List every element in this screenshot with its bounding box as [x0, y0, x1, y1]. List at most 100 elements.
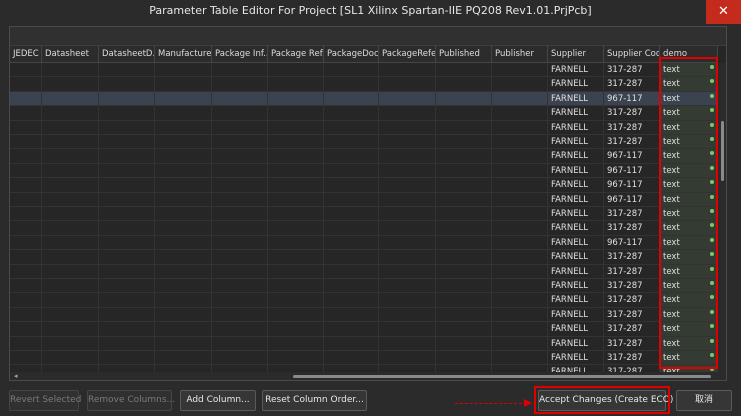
- empty-cell[interactable]: [436, 192, 492, 207]
- empty-cell[interactable]: [379, 279, 436, 294]
- column-header[interactable]: Supplier Code: [604, 46, 660, 63]
- empty-cell[interactable]: [212, 264, 268, 279]
- supplier-code-cell[interactable]: 317-287: [604, 63, 660, 78]
- demo-cell[interactable]: text: [660, 293, 718, 308]
- empty-cell[interactable]: [436, 322, 492, 337]
- demo-cell[interactable]: text: [660, 365, 718, 372]
- empty-cell[interactable]: [155, 279, 212, 294]
- empty-cell[interactable]: [10, 192, 42, 207]
- table-row[interactable]: FARNELL317-287text: [10, 77, 726, 92]
- supplier-cell[interactable]: FARNELL: [548, 221, 604, 236]
- empty-cell[interactable]: [324, 178, 379, 193]
- empty-cell[interactable]: [42, 207, 99, 222]
- empty-cell[interactable]: [436, 221, 492, 236]
- empty-cell[interactable]: [379, 365, 436, 372]
- empty-cell[interactable]: [42, 250, 99, 265]
- empty-cell[interactable]: [10, 63, 42, 78]
- empty-cell[interactable]: [268, 351, 324, 366]
- empty-cell[interactable]: [155, 106, 212, 121]
- empty-cell[interactable]: [42, 365, 99, 372]
- empty-cell[interactable]: [10, 336, 42, 351]
- empty-cell[interactable]: [379, 77, 436, 92]
- empty-cell[interactable]: [379, 192, 436, 207]
- empty-cell[interactable]: [324, 221, 379, 236]
- empty-cell[interactable]: [42, 63, 99, 78]
- empty-cell[interactable]: [212, 192, 268, 207]
- demo-cell[interactable]: text: [660, 207, 718, 222]
- supplier-cell[interactable]: FARNELL: [548, 77, 604, 92]
- empty-cell[interactable]: [212, 221, 268, 236]
- table-row[interactable]: FARNELL 967-117 text: [10, 178, 726, 193]
- empty-cell[interactable]: [155, 149, 212, 164]
- empty-cell[interactable]: [212, 250, 268, 265]
- empty-cell[interactable]: [492, 336, 548, 351]
- empty-cell[interactable]: [268, 250, 324, 265]
- empty-cell[interactable]: [212, 106, 268, 121]
- empty-cell[interactable]: [42, 163, 99, 179]
- empty-cell[interactable]: [492, 149, 548, 164]
- empty-cell[interactable]: [379, 293, 436, 308]
- empty-cell[interactable]: [155, 365, 212, 372]
- empty-cell[interactable]: [155, 264, 212, 279]
- supplier-cell[interactable]: FARNELL: [548, 365, 604, 372]
- empty-cell[interactable]: [99, 77, 155, 92]
- demo-cell[interactable]: text: [660, 120, 718, 135]
- table-row[interactable]: FARNELL 967-117 text: [10, 91, 726, 107]
- empty-cell[interactable]: [42, 322, 99, 337]
- empty-cell[interactable]: [10, 365, 42, 372]
- table-row[interactable]: FARNELL317-287text: [10, 120, 726, 135]
- empty-cell[interactable]: [492, 365, 548, 372]
- empty-cell[interactable]: [99, 264, 155, 279]
- empty-cell[interactable]: [379, 106, 436, 121]
- empty-cell[interactable]: [436, 307, 492, 323]
- empty-cell[interactable]: [155, 235, 212, 251]
- demo-cell[interactable]: text: [660, 149, 718, 164]
- empty-cell[interactable]: [379, 149, 436, 164]
- demo-cell[interactable]: text: [660, 192, 718, 207]
- empty-cell[interactable]: [379, 91, 436, 107]
- empty-cell[interactable]: [155, 178, 212, 193]
- empty-cell[interactable]: [268, 336, 324, 351]
- empty-cell[interactable]: [492, 351, 548, 366]
- empty-cell[interactable]: [379, 322, 436, 337]
- horizontal-scrollbar[interactable]: ◂: [10, 372, 726, 380]
- empty-cell[interactable]: [212, 91, 268, 107]
- supplier-code-cell[interactable]: 967-117: [604, 178, 660, 193]
- empty-cell[interactable]: [212, 307, 268, 323]
- empty-cell[interactable]: [268, 163, 324, 179]
- empty-cell[interactable]: [212, 235, 268, 251]
- empty-cell[interactable]: [10, 322, 42, 337]
- demo-cell[interactable]: text: [660, 135, 718, 150]
- empty-cell[interactable]: [492, 250, 548, 265]
- supplier-code-cell[interactable]: 317-287: [604, 264, 660, 279]
- column-header[interactable]: Supplier: [548, 46, 604, 63]
- supplier-cell[interactable]: FARNELL: [548, 250, 604, 265]
- empty-cell[interactable]: [212, 322, 268, 337]
- empty-cell[interactable]: [492, 322, 548, 337]
- empty-cell[interactable]: [99, 63, 155, 78]
- empty-cell[interactable]: [436, 163, 492, 179]
- empty-cell[interactable]: [436, 365, 492, 372]
- empty-cell[interactable]: [324, 279, 379, 294]
- empty-cell[interactable]: [492, 279, 548, 294]
- empty-cell[interactable]: [324, 135, 379, 150]
- column-header[interactable]: DatasheetD...: [99, 46, 155, 63]
- empty-cell[interactable]: [10, 264, 42, 279]
- empty-cell[interactable]: [492, 264, 548, 279]
- demo-cell[interactable]: text: [660, 221, 718, 236]
- empty-cell[interactable]: [268, 106, 324, 121]
- empty-cell[interactable]: [10, 163, 42, 179]
- empty-cell[interactable]: [10, 77, 42, 92]
- scroll-left-icon[interactable]: ◂: [14, 372, 18, 380]
- empty-cell[interactable]: [324, 264, 379, 279]
- supplier-cell[interactable]: FARNELL: [548, 163, 604, 179]
- demo-cell[interactable]: text: [660, 322, 718, 337]
- empty-cell[interactable]: [436, 264, 492, 279]
- empty-cell[interactable]: [492, 106, 548, 121]
- empty-cell[interactable]: [212, 163, 268, 179]
- empty-cell[interactable]: [268, 178, 324, 193]
- empty-cell[interactable]: [212, 63, 268, 78]
- empty-cell[interactable]: [212, 351, 268, 366]
- supplier-code-cell[interactable]: 317-287: [604, 322, 660, 337]
- empty-cell[interactable]: [99, 250, 155, 265]
